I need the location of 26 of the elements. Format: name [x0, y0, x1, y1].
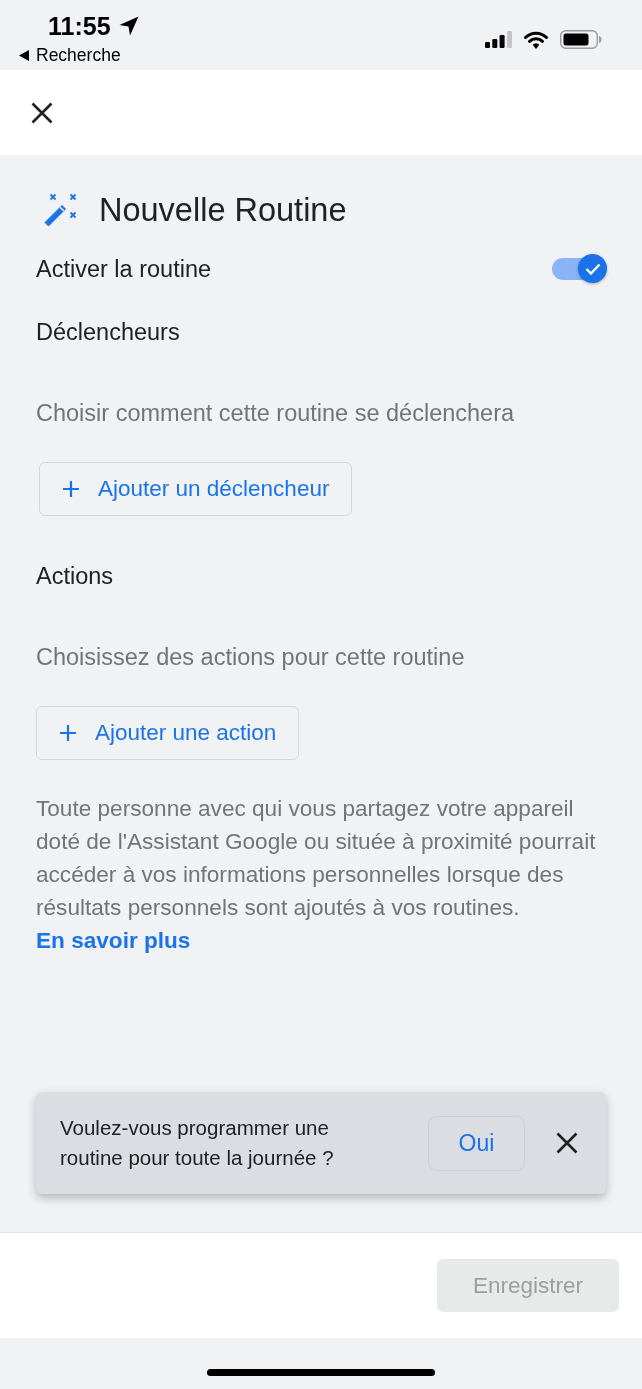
learn-more-link[interactable]: En savoir plus [36, 928, 191, 953]
enable-label: Activer la routine [36, 254, 212, 283]
snackbar-message: Voulez-vous programmer une routine pour toute la journée ? [60, 1115, 335, 1171]
add-button[interactable]: Ajouter un déclencheur [39, 462, 353, 516]
battery-icon [560, 30, 602, 49]
wifi-icon [524, 30, 548, 49]
plus-icon [63, 481, 79, 497]
section-hint: Choisir comment cette routine se déclenchera [36, 399, 515, 427]
close-icon[interactable] [31, 101, 53, 124]
section-heading: Actions [36, 562, 114, 590]
back-link[interactable]: Recherche [19, 45, 139, 65]
close-icon[interactable] [556, 1132, 578, 1154]
location-arrow-icon [118, 16, 139, 36]
confirm-button[interactable]: Oui [428, 1115, 525, 1171]
privacy-notice: Toute personne avec qui vous partagez votre appareil doté de l'Assistant Google ou située à proximité pourrait accéder à vos informations personnelles lorsque des résultats personnels sont ajoutés à vos routines. En savoir plus [36, 795, 597, 955]
enable-toggle[interactable] [552, 254, 607, 283]
add-button[interactable]: Ajouter une action [36, 706, 300, 760]
signal-icon [485, 31, 512, 48]
status-time: 11:55 [48, 12, 111, 40]
section-hint: Choisissez des actions pour cette routine [36, 643, 465, 671]
routine-title: Nouvelle Routine [99, 191, 347, 230]
plus-icon [60, 725, 76, 741]
section-heading: Déclencheurs [36, 318, 180, 346]
check-icon [584, 262, 601, 275]
back-triangle-icon [19, 49, 29, 61]
magic-wand-icon [43, 193, 77, 227]
